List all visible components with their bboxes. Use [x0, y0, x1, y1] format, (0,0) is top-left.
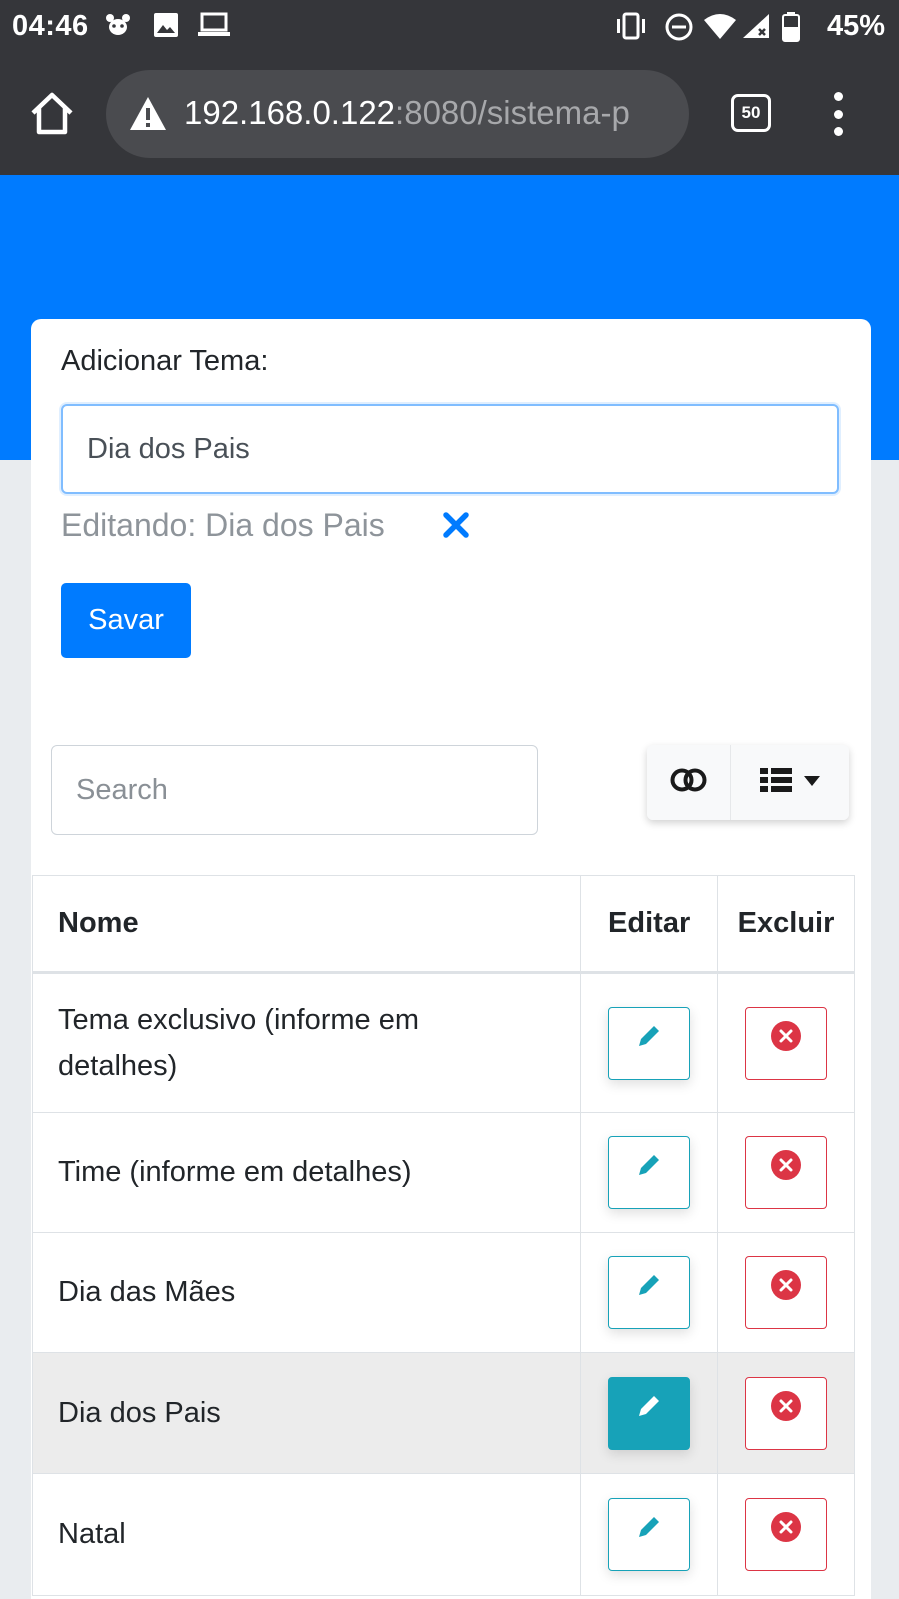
row-name: Natal	[31, 1473, 582, 1596]
status-time: 04:46	[12, 10, 89, 42]
times-circle-icon	[770, 1149, 802, 1195]
address-bar[interactable]: 192.168.0.122:8080/sistema-p	[106, 70, 689, 158]
close-icon[interactable]	[436, 505, 476, 545]
image-icon	[153, 12, 179, 38]
theme-card: Adicionar Tema: Editando: Dia dos Pais S…	[31, 319, 871, 1599]
url-text[interactable]: 192.168.0.122:8080/sistema-p	[184, 94, 630, 132]
battery-icon	[782, 12, 800, 42]
browser-toolbar: 192.168.0.122:8080/sistema-p 50	[0, 52, 899, 175]
edit-button-active[interactable]	[608, 1376, 691, 1450]
row-name: Time (informe em detalhes)	[31, 1112, 582, 1233]
row-name: Tema exclusivo (informe em detalhes)	[31, 972, 582, 1113]
delete-button[interactable]	[745, 1498, 828, 1571]
search-input[interactable]	[51, 745, 538, 835]
table-row: Tema exclusivo (informe em detalhes)	[31, 972, 855, 1113]
home-icon[interactable]	[28, 90, 76, 138]
times-circle-icon	[770, 1511, 802, 1557]
pencil-icon	[633, 1149, 665, 1195]
table-row: Natal	[31, 1473, 855, 1596]
table-row: Time (informe em detalhes)	[31, 1112, 855, 1233]
edit-button[interactable]	[608, 1256, 691, 1329]
pencil-icon	[633, 1390, 665, 1436]
wifi-icon	[703, 12, 737, 40]
toggle-icon	[670, 767, 708, 798]
save-button[interactable]: Savar	[61, 583, 191, 658]
table-toolbar	[647, 745, 849, 820]
tab-switcher-button[interactable]: 50	[731, 94, 771, 132]
row-name: Dia dos Pais	[31, 1352, 582, 1474]
edit-button[interactable]	[608, 1498, 691, 1571]
signal-icon	[741, 12, 771, 40]
table-row-selected: Dia dos Pais	[31, 1352, 855, 1474]
browser-menu-icon[interactable]	[826, 92, 850, 136]
status-bar: 04:46 45%	[0, 0, 899, 52]
url-path: :8080/sistema-p	[395, 94, 630, 131]
pencil-icon	[633, 1511, 665, 1557]
delete-button[interactable]	[745, 1136, 828, 1209]
themes-table: Nome Editar Excluir Tema exclusivo (info…	[31, 875, 855, 1596]
column-header-excluir: Excluir	[717, 875, 855, 974]
theme-name-input[interactable]	[61, 404, 839, 494]
column-header-editar: Editar	[580, 875, 719, 974]
dnd-icon	[664, 12, 694, 42]
table-header-row: Nome Editar Excluir	[31, 875, 855, 974]
pet-icon	[104, 12, 132, 38]
times-circle-icon	[770, 1269, 802, 1315]
vibrate-icon	[613, 12, 649, 40]
columns-dropdown-button[interactable]	[731, 745, 849, 820]
column-header-nome[interactable]: Nome	[31, 875, 582, 974]
list-icon	[759, 766, 793, 799]
table-row: Dia das Mães	[31, 1232, 855, 1353]
edit-button[interactable]	[608, 1006, 691, 1080]
delete-button[interactable]	[745, 1376, 828, 1450]
delete-button[interactable]	[745, 1256, 828, 1329]
times-circle-icon	[770, 1390, 802, 1436]
pencil-icon	[633, 1020, 665, 1066]
row-name: Dia das Mães	[31, 1232, 582, 1353]
editing-status: Editando: Dia dos Pais	[61, 507, 385, 543]
laptop-icon	[197, 12, 231, 38]
delete-button[interactable]	[745, 1006, 828, 1080]
edit-button[interactable]	[608, 1136, 691, 1209]
caret-down-icon	[803, 774, 821, 792]
battery-percent: 45%	[826, 10, 885, 42]
warning-icon[interactable]	[128, 94, 168, 134]
times-circle-icon	[770, 1020, 802, 1066]
pencil-icon	[633, 1269, 665, 1315]
toggle-view-button[interactable]	[647, 745, 731, 820]
add-theme-label: Adicionar Tema:	[61, 345, 269, 377]
url-host: 192.168.0.122	[184, 94, 396, 131]
